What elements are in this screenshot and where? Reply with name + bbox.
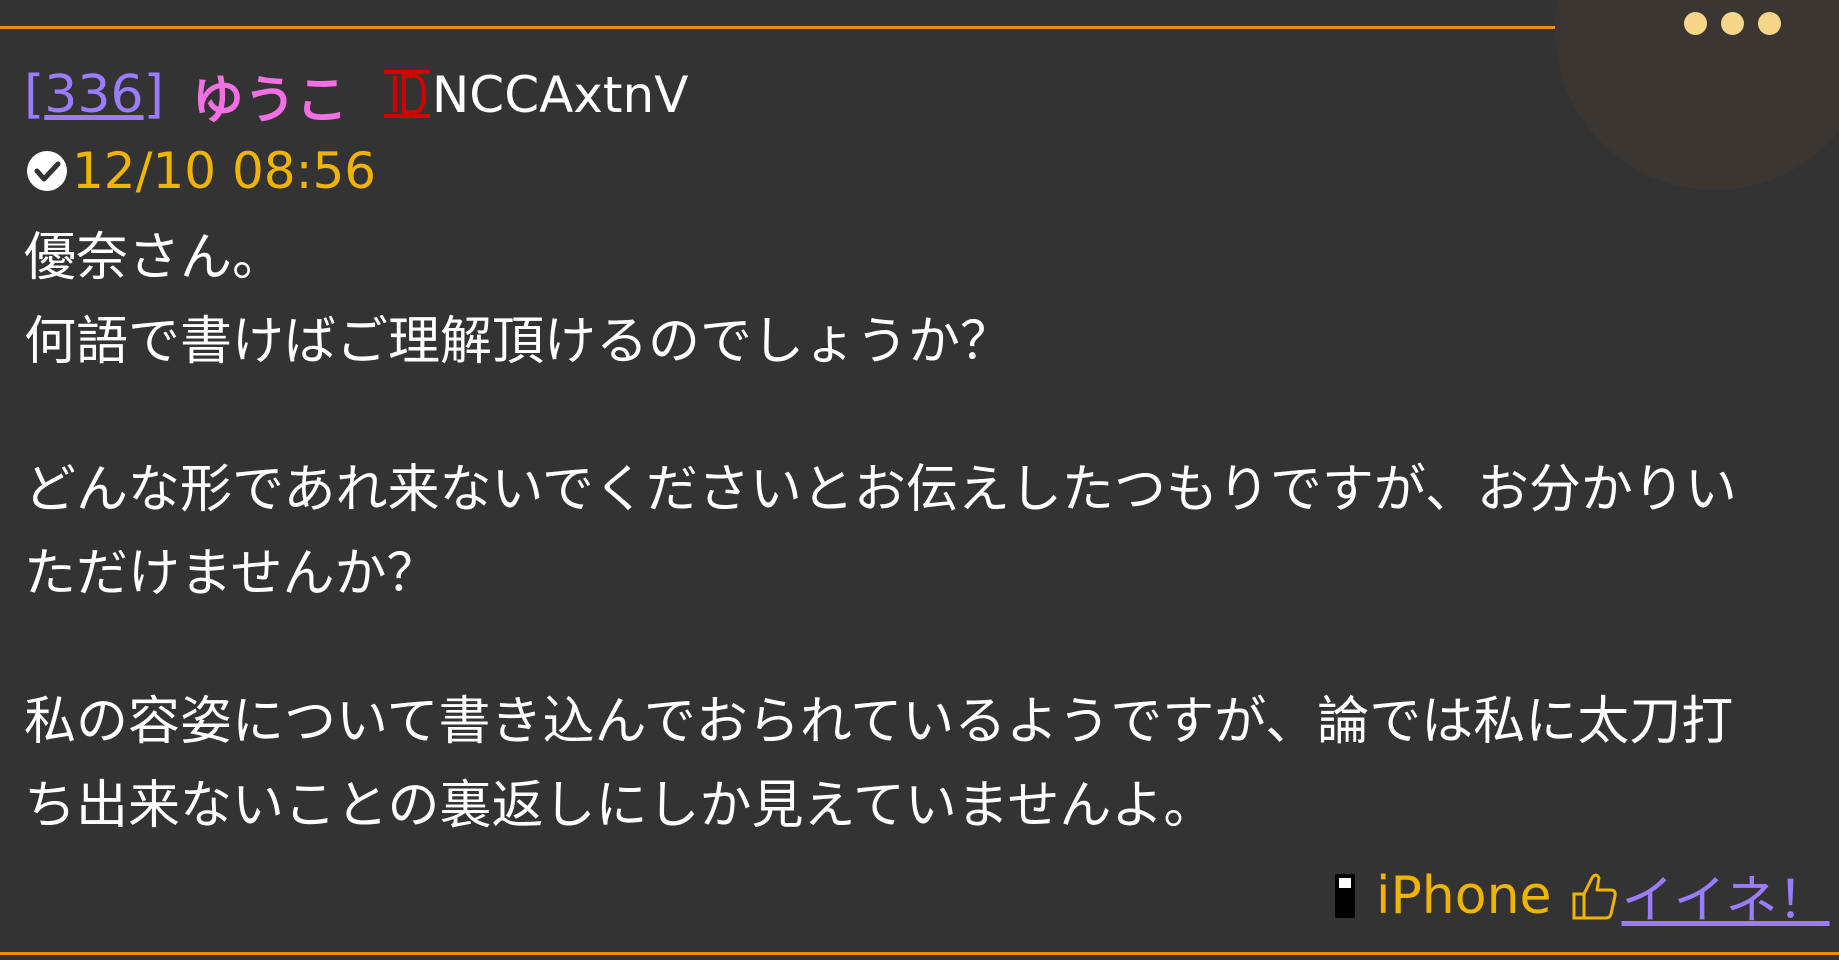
user-id: NCCAxtnV	[431, 66, 689, 124]
post-date-line: 12/10 08:56	[24, 132, 1824, 210]
username: ゆうこ	[191, 70, 348, 131]
mobile-phone-icon	[1332, 872, 1358, 920]
more-dots-icon[interactable]	[1684, 12, 1781, 35]
body-line: 何語で書けばご理解頂けるのでしょうか？	[24, 312, 1013, 372]
post-date: 12/10 08:56	[72, 142, 377, 200]
body-blank-line	[24, 384, 1824, 448]
like-link[interactable]: イイネ！	[1622, 858, 1830, 933]
body-line: ち出来ないことの裏返しにしか見えていませんよ。	[24, 776, 1216, 836]
device-label: iPhone	[1376, 865, 1552, 926]
post-header: [336] ゆうこ NCCAxtnV	[24, 60, 1824, 131]
res-bracket-close: ]	[143, 65, 164, 125]
body-line: 優奈さん。	[24, 228, 285, 288]
id-badge-icon	[382, 66, 432, 124]
body-blank-line	[24, 616, 1824, 680]
top-divider	[0, 26, 1560, 29]
bottom-divider	[0, 952, 1839, 955]
menu-dot	[1721, 12, 1744, 35]
res-number-link[interactable]: 336	[44, 65, 143, 125]
menu-dot	[1758, 12, 1781, 35]
post: [336] ゆうこ NCCAxtnV 12/10 08:56 優奈さん。 何語で…	[24, 60, 1824, 848]
thumbs-up-icon[interactable]	[1566, 868, 1622, 924]
menu-dot	[1684, 12, 1707, 35]
body-line: どんな形であれ来ないでくださいとお伝えしたつもりですが、お分かりい	[24, 460, 1737, 520]
body-line: ただけませんか？	[24, 544, 439, 604]
post-body: 優奈さん。 何語で書けばご理解頂けるのでしょうか？ どんな形であれ来ないでくださ…	[24, 216, 1824, 848]
body-line: 私の容姿について書き込んでおられているようですが、論では私に太刀打	[24, 692, 1734, 752]
res-bracket-open: [	[24, 65, 45, 125]
clock-check-icon	[24, 148, 70, 194]
post-footer: iPhone イイネ！	[1332, 858, 1830, 933]
